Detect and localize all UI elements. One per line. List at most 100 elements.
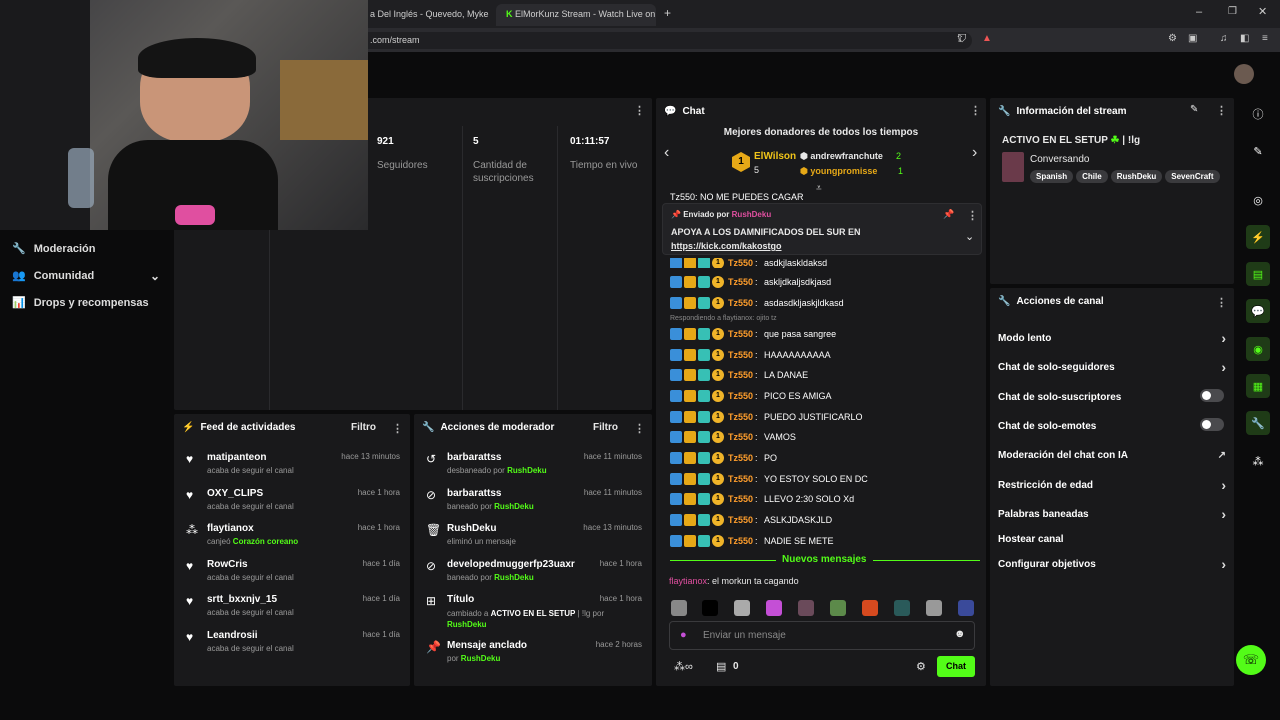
edit-icon[interactable]: ✎ [1190, 104, 1198, 115]
chevron-right-icon[interactable]: › [972, 144, 977, 162]
emotes-only-toggle[interactable] [1200, 418, 1224, 431]
bolt-icon[interactable]: ⚡ [1246, 225, 1270, 249]
action-goals[interactable]: Configurar objetivos › [998, 556, 1226, 572]
store-icon[interactable]: ▦ [1246, 374, 1270, 398]
emote[interactable] [958, 600, 974, 616]
broadcast-icon[interactable]: ◉ [1246, 337, 1270, 361]
tag[interactable]: SevenCraft [1165, 170, 1220, 183]
new-tab-button[interactable]: + [664, 6, 671, 20]
chat-username[interactable]: Tz550 [728, 536, 753, 546]
filter-button[interactable]: Filtro [593, 422, 618, 433]
music-icon[interactable]: ♫ [1220, 33, 1228, 44]
document-icon[interactable]: ▤ [1246, 262, 1270, 286]
chat-username[interactable]: Tz550 [728, 277, 753, 287]
tag[interactable]: RushDeku [1110, 170, 1163, 183]
tag[interactable]: Spanish [1030, 170, 1074, 183]
donor-name[interactable]: ⬢ youngpromisse [800, 166, 877, 177]
chevron-down-icon[interactable]: ⌄ [965, 230, 974, 243]
chat-input[interactable]: ● Enviar un mensaje ☻ [669, 621, 975, 650]
more-options-icon[interactable]: ⋮ [634, 104, 645, 117]
points-icon[interactable]: ⁂∞ [674, 660, 693, 673]
emote[interactable] [671, 600, 687, 616]
category-thumbnail[interactable] [1002, 152, 1024, 182]
chat-username[interactable]: Tz550 [728, 298, 753, 308]
chat-username[interactable]: Tz550 [728, 258, 753, 268]
donor-name[interactable]: ⬢ andrewfranchute [800, 151, 883, 162]
brave-shield-icon[interactable]: ⛉ [958, 33, 966, 46]
sidebar-toggle-icon[interactable]: ◧ [1240, 33, 1249, 44]
more-options-icon[interactable]: ⋮ [1216, 104, 1227, 117]
send-chat-button[interactable]: Chat [937, 656, 975, 677]
action-host-channel[interactable]: Hostear canal [998, 534, 1226, 545]
rewards-icon[interactable]: ▲ [982, 33, 992, 44]
help-chat-icon[interactable]: ☏ [1236, 645, 1266, 675]
subscribers-only-toggle[interactable] [1200, 389, 1224, 402]
donor-name[interactable]: ElWilson [754, 151, 796, 162]
browser-tab[interactable]: a Del Inglés - Quevedo, Myke To [360, 4, 490, 26]
info-icon[interactable]: ⓘ [1246, 102, 1270, 126]
emote[interactable] [894, 600, 910, 616]
subscriber-badge-icon [698, 452, 710, 464]
edit-icon[interactable]: ✎ [1246, 139, 1270, 163]
wrench-icon[interactable]: 🔧 [1246, 411, 1270, 435]
extensions-icon[interactable]: ⚙ [1168, 33, 1177, 44]
emote[interactable] [862, 600, 878, 616]
emote[interactable] [734, 600, 750, 616]
chat-username[interactable]: Tz550 [728, 474, 753, 484]
unpin-icon[interactable]: 📌 [943, 209, 954, 220]
chevron-left-icon[interactable]: ‹ [664, 144, 669, 162]
action-slow-mode[interactable]: Modo lento › [998, 330, 1226, 346]
more-options-icon[interactable]: ⋮ [967, 209, 978, 222]
pinned-link[interactable]: https://kick.com/kakostgo [671, 241, 782, 251]
emoji-icon[interactable]: ☻ [954, 628, 966, 640]
close-icon[interactable]: ✕ [1258, 5, 1267, 18]
browser-tab-active[interactable]: K ElMorKunz Stream - Watch Live on K [496, 4, 656, 26]
chat-username[interactable]: Tz550 [728, 391, 753, 401]
minimize-icon[interactable]: – [1196, 6, 1202, 18]
store-icon[interactable]: ▤ [716, 660, 726, 673]
filter-icon[interactable]: ⩡ [816, 183, 822, 194]
sidebar-item-moderacion[interactable]: 🔧 Moderación [12, 242, 95, 256]
emote[interactable] [798, 600, 814, 616]
sidebar-item-comunidad[interactable]: 👥 Comunidad ⌄ [12, 269, 160, 283]
wallet-icon[interactable]: ▣ [1188, 33, 1197, 44]
chat-username[interactable]: Tz550 [728, 329, 753, 339]
more-options-icon[interactable]: ⋮ [634, 422, 645, 435]
new-messages-label[interactable]: Nuevos mensajes [776, 554, 873, 565]
chat-username[interactable]: Tz550 [728, 370, 753, 380]
gear-icon[interactable]: ⚙ [916, 660, 926, 673]
avatar[interactable] [1234, 64, 1254, 84]
chat-message: 1 Tz550: VAMOS [670, 429, 796, 445]
chat-username[interactable]: Tz550 [728, 515, 753, 525]
mic-icon[interactable]: ● [680, 629, 687, 641]
more-options-icon[interactable]: ⋮ [1216, 296, 1227, 309]
chat-username[interactable]: Tz550 [728, 453, 753, 463]
tag[interactable]: Chile [1076, 170, 1108, 183]
emote[interactable] [702, 600, 718, 616]
url-field[interactable]: .com/stream ⇪ [360, 32, 972, 49]
action-banned-words[interactable]: Palabras baneadas › [998, 506, 1226, 522]
moderator-badge-icon [670, 535, 682, 547]
filter-button[interactable]: Filtro [351, 422, 376, 433]
maximize-icon[interactable]: ❐ [1228, 6, 1237, 17]
chat-username[interactable]: Tz550 [728, 432, 753, 442]
action-followers-only[interactable]: Chat de solo-seguidores › [998, 359, 1226, 375]
emote[interactable] [926, 600, 942, 616]
chat-username[interactable]: Tz550 [728, 350, 753, 360]
emote[interactable] [766, 600, 782, 616]
sidebar-item-drops[interactable]: 📊 Drops y recompensas [12, 296, 149, 310]
points-icon[interactable]: ⁂ [1246, 449, 1270, 473]
camera-icon[interactable]: ◎ [1246, 188, 1270, 212]
chat-placeholder: Enviar un mensaje [703, 630, 786, 641]
more-options-icon[interactable]: ⋮ [392, 422, 403, 435]
category-name[interactable]: Conversando [1030, 154, 1089, 165]
chat-username[interactable]: Tz550 [728, 412, 753, 422]
menu-icon[interactable]: ≡ [1262, 33, 1268, 44]
action-age-restriction[interactable]: Restricción de edad › [998, 477, 1226, 493]
subscriber-badge-icon [698, 349, 710, 361]
chat-username[interactable]: Tz550 [728, 494, 753, 504]
more-options-icon[interactable]: ⋮ [970, 104, 981, 117]
action-ai-moderation[interactable]: Moderación del chat con IA ↗ [998, 450, 1226, 461]
emote[interactable] [830, 600, 846, 616]
chat-icon[interactable]: 💬 [1246, 299, 1270, 323]
